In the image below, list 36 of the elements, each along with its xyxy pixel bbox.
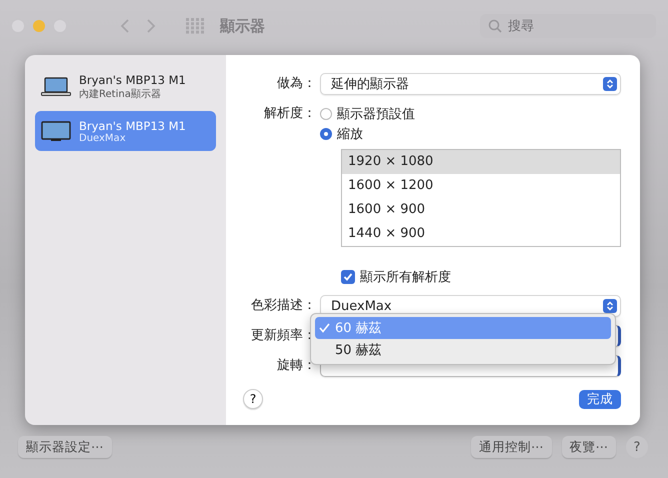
rotation-select[interactable] [320, 355, 621, 377]
resolution-radio[interactable]: 顯示器預設值 [320, 105, 621, 123]
stepper-icon [603, 299, 617, 313]
display-item[interactable]: Bryan's MBP13 M1 內建Retina顯示器 [35, 67, 216, 107]
display-name: Bryan's MBP13 M1 [79, 73, 186, 87]
monitor-icon [41, 120, 71, 142]
use-as-select[interactable]: 延伸的顯示器 [320, 73, 621, 95]
done-button[interactable]: 完成 [579, 390, 621, 408]
show-all-checkbox[interactable]: 顯示所有解析度 [341, 267, 621, 287]
minimize-button[interactable] [33, 20, 45, 32]
resolution-option[interactable]: 1920 × 1080 [342, 150, 620, 174]
window-title: 顯示器 [220, 16, 265, 36]
resolution-radio[interactable]: 縮放 [320, 125, 621, 143]
check-icon [343, 272, 353, 282]
display-subtitle: DuexMax [79, 132, 127, 144]
search-icon [488, 19, 502, 33]
check-icon [319, 323, 330, 333]
display-settings-button[interactable]: 顯示器設定⋯ [18, 436, 112, 458]
resolution-option[interactable]: 1600 × 1200 [342, 174, 620, 198]
laptop-icon [41, 76, 71, 98]
help-button[interactable]: ? [626, 436, 648, 458]
display-subtitle: 內建Retina顯示器 [79, 88, 162, 101]
field-label: 解析度： [263, 105, 316, 123]
display-name: Bryan's MBP13 M1 [79, 118, 186, 132]
field-label: 色彩描述： [250, 297, 316, 315]
resolution-option[interactable]: 1440 × 900 [342, 222, 620, 246]
field-label: 做為： [276, 75, 316, 93]
footer-button[interactable]: 夜覽⋯ [562, 436, 616, 458]
field-label: 旋轉： [276, 357, 316, 375]
resolution-option[interactable]: 1600 × 900 [342, 198, 620, 222]
field-label: 更新頻率： [250, 327, 316, 345]
help-button[interactable]: ? [243, 389, 263, 409]
stepper-icon [603, 77, 617, 91]
footer-button[interactable]: 通用控制⋯ [471, 436, 552, 458]
menu-item[interactable]: 50 赫茲 [315, 339, 611, 361]
grid-icon[interactable] [186, 18, 204, 34]
